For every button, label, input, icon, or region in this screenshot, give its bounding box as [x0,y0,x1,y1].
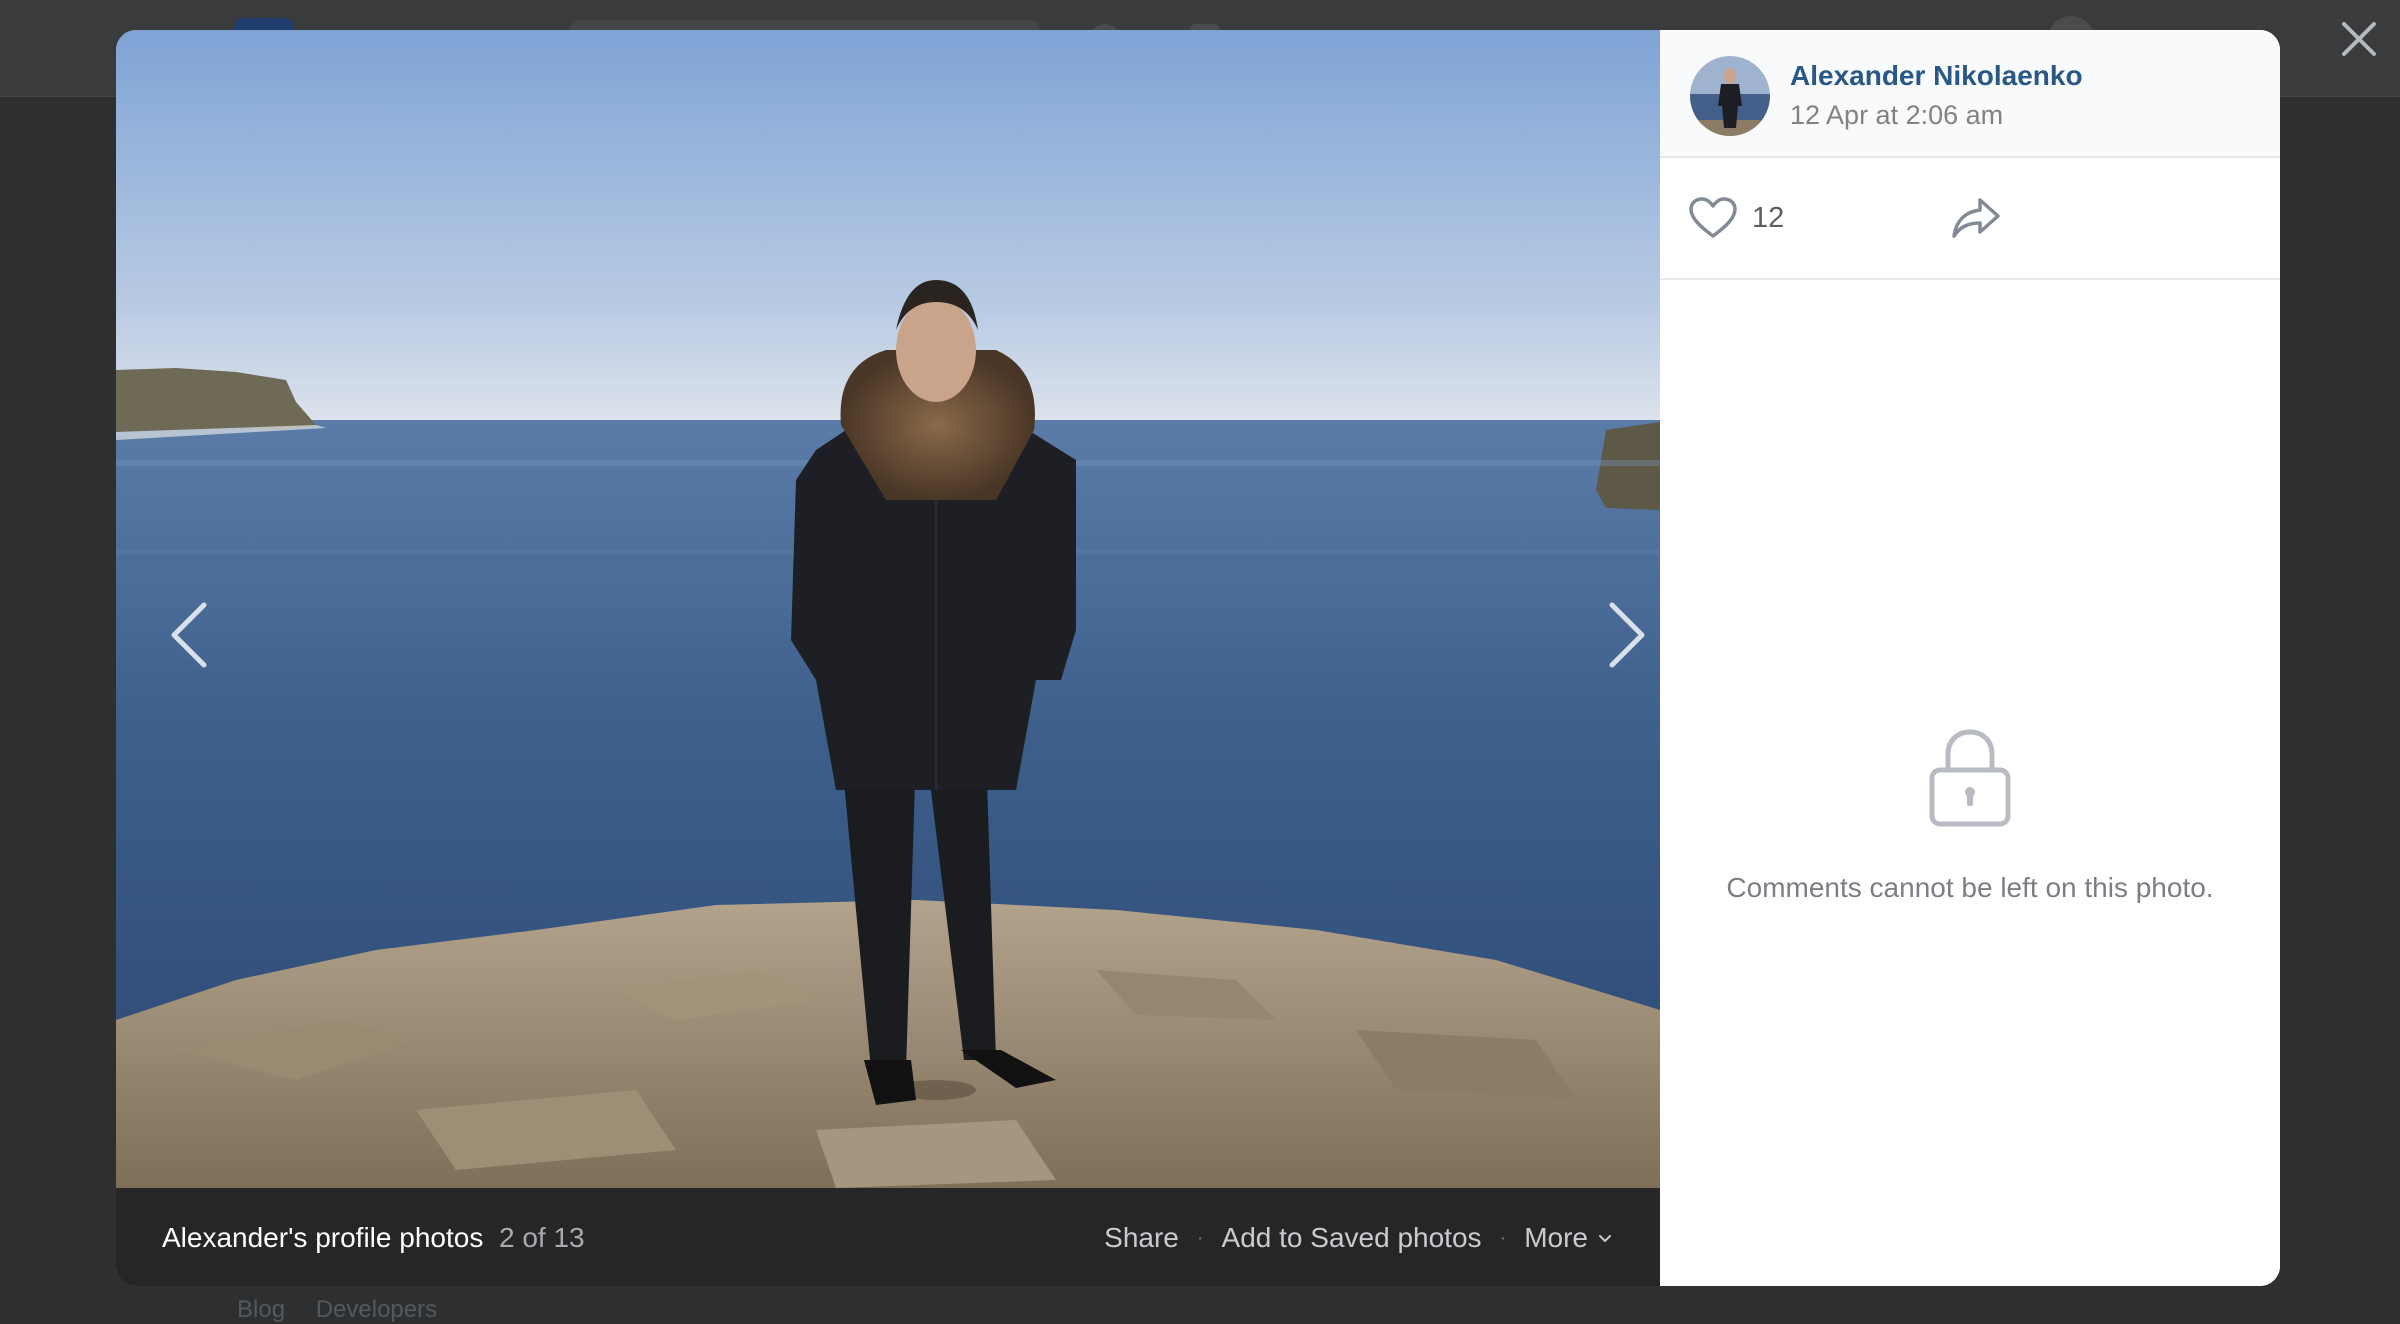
separator-dot: · [1499,1226,1507,1249]
share-link[interactable]: Share [1104,1222,1179,1254]
chevron-right-icon[interactable] [1590,570,1660,700]
avatar[interactable] [1690,56,1770,136]
footer-link-blog: Blog [237,1296,286,1323]
more-dropdown[interactable]: More [1524,1222,1614,1254]
lock-icon [1926,726,2014,835]
chevron-down-icon [1599,1235,1611,1242]
photo-actions: Share · Add to Saved photos · More [1104,1222,1614,1254]
photo-viewer: Alexander's profile photos 2 of 13 Share… [116,30,2280,1286]
like-count: 12 [1752,201,1785,234]
share-button[interactable] [1950,196,2002,245]
photo-sidebar: Alexander Nikolaenko 12 Apr at 2:06 am 1… [1660,30,2280,1286]
footer-link-developers: Developers [315,1296,438,1323]
separator-dot: · [1196,1226,1204,1249]
comments-disabled-notice: Comments cannot be left on this photo. [1726,872,2214,903]
album-title-link[interactable]: Alexander's profile photos [162,1222,483,1254]
photo-pane: Alexander's profile photos 2 of 13 Share… [116,30,1660,1286]
author-header: Alexander Nikolaenko 12 Apr at 2:06 am [1660,30,2280,158]
close-icon[interactable] [2338,18,2380,60]
save-to-saved-photos-link[interactable]: Add to Saved photos [1222,1222,1482,1254]
heart-icon [1689,197,1737,238]
reactions-bar: 12 [1660,158,2280,280]
like-button[interactable]: 12 [1688,196,1784,240]
more-label: More [1524,1222,1588,1253]
chevron-left-icon[interactable] [156,570,226,700]
photo-bottom-bar: Alexander's profile photos 2 of 13 Share… [116,1188,1660,1286]
photo-counter: 2 of 13 [499,1222,585,1253]
photo[interactable] [116,30,1660,1188]
background-footer: Blog Developers [237,1296,461,1324]
author-name-link[interactable]: Alexander Nikolaenko [1790,60,2083,92]
share-arrow-icon [1952,198,2000,238]
photo-date[interactable]: 12 Apr at 2:06 am [1790,100,2003,131]
